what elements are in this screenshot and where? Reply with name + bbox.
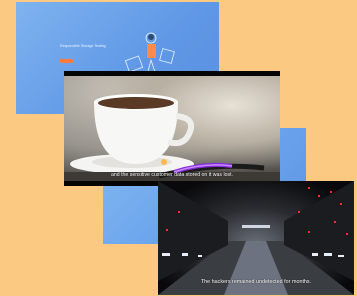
video-frame-coffee: and the sensitive customer data stored o… bbox=[64, 71, 280, 186]
slide-title: Responsible Storage Testing bbox=[60, 44, 106, 48]
video-subtitle: The hackers remained undetected for mont… bbox=[200, 279, 312, 285]
video-subtitle: and the sensitive customer data stored o… bbox=[111, 172, 233, 178]
coffee-cup-photo bbox=[64, 76, 280, 181]
slide-cta-button bbox=[60, 59, 73, 63]
collage-canvas: { "slide1": { "title": "Responsible Stor… bbox=[0, 0, 357, 296]
video-frame-server-room: The hackers remained undetected for mont… bbox=[158, 181, 354, 295]
server-room-photo bbox=[158, 181, 354, 295]
